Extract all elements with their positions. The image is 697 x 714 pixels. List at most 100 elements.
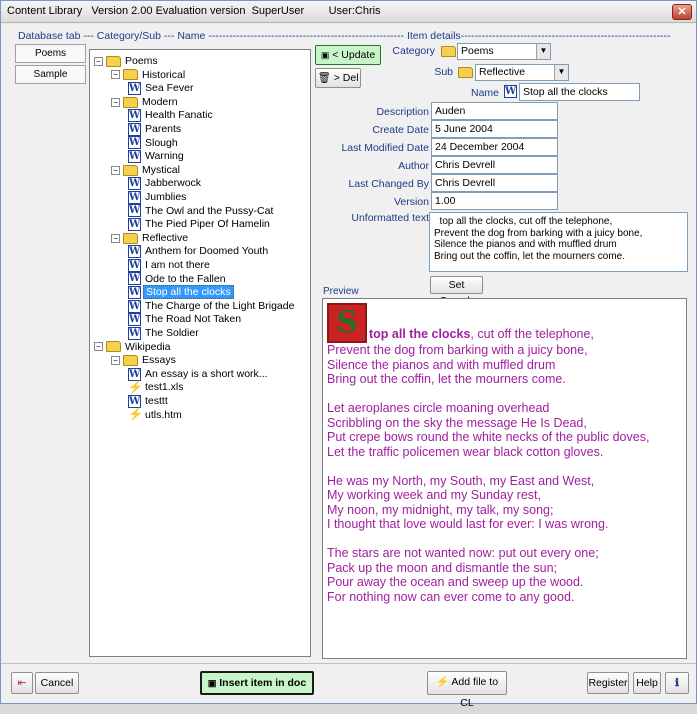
tree-folder[interactable]: − Wikipedia (94, 340, 173, 354)
tree-item[interactable]: W The Road Not Taken (128, 312, 243, 327)
update-button-label: < Update (332, 49, 376, 61)
tree-item-label: test1.xls (145, 381, 184, 394)
tree-item[interactable]: W Jumblies (128, 190, 188, 204)
tree-folder[interactable]: − Mystical (111, 163, 182, 177)
tree-item[interactable]: W The Soldier (128, 326, 201, 340)
word-doc-icon: W (504, 85, 517, 98)
tree-item-label: testtt (145, 395, 168, 407)
tree-item[interactable]: W The Owl and the Pussy-Cat (128, 204, 275, 218)
tree-folder[interactable]: − Essays (111, 353, 178, 367)
folder-icon (123, 69, 138, 81)
collapse-toggle-icon[interactable]: − (94, 56, 103, 66)
help-button[interactable]: Help (633, 672, 661, 694)
tree-item-label: Jabberwock (145, 177, 202, 190)
cancel-button[interactable]: Cancel (35, 672, 79, 694)
tree-item-label: I am not there (145, 259, 210, 271)
category-tree[interactable]: − Poems − Historical W Sea Fever − Modern W Healt… (89, 49, 311, 657)
folder-icon (106, 55, 121, 67)
category-select[interactable]: Poems ▼ (457, 43, 551, 60)
last-changed-field[interactable]: Chris Devrell (431, 174, 558, 192)
close-button[interactable]: ✕ (672, 4, 692, 20)
tree-item[interactable]: W Ode to the Fallen (128, 272, 228, 286)
tab-sample[interactable]: Sample (15, 65, 86, 84)
last-modified-field[interactable]: 24 December 2004 (431, 138, 558, 156)
tree-item-label: The Road Not Taken (145, 313, 242, 326)
tree-item[interactable]: W Slough (128, 136, 180, 150)
trash-icon: 🗑 (317, 72, 331, 84)
tab-poems[interactable]: Poems (15, 44, 86, 63)
folder-icon (123, 232, 138, 244)
add-file-button[interactable]: ⚡ Add file to CL (427, 671, 507, 709)
tree-item-label: Modern (142, 95, 178, 108)
lightning-icon: ⚡ (435, 676, 450, 688)
tree-item[interactable]: W The Pied Piper Of Hamelin (128, 217, 272, 231)
word-doc-icon: W (128, 217, 141, 231)
tree-item[interactable]: ⚡ utls.htm (128, 408, 184, 422)
version-field[interactable]: 1.00 (431, 192, 558, 210)
tree-item[interactable]: W An essay is a short work... (128, 367, 270, 381)
tree-folder[interactable]: − Historical (111, 68, 187, 82)
word-doc-icon: W (128, 177, 141, 191)
last-changed-label: Last Changed By (348, 178, 429, 190)
name-field[interactable]: Stop all the clocks (519, 83, 640, 101)
sub-select-value: Reflective (479, 66, 526, 78)
word-doc-icon: W (128, 136, 141, 150)
tree-item-label: Sea Fever (145, 82, 194, 95)
description-field[interactable]: Auden (431, 102, 558, 120)
tree-folder[interactable]: − Reflective (111, 231, 190, 245)
create-date-field[interactable]: 5 June 2004 (431, 120, 558, 138)
tree-item-label: Historical (142, 68, 186, 81)
author-label: Author (398, 160, 429, 172)
tree-item[interactable]: W The Charge of the Light Brigade (128, 299, 296, 313)
preview-first-bold: top all the clocks (369, 327, 471, 341)
tree-item[interactable]: W Stop all the clocks (128, 285, 234, 300)
unformatted-text[interactable]: top all the clocks, cut off the telephon… (429, 212, 688, 272)
create-date-label: Create Date (372, 124, 429, 136)
chevron-down-icon: ▼ (536, 44, 550, 59)
tree-item[interactable]: W Warning (128, 149, 186, 163)
tree-item-label: utls.htm (145, 408, 182, 421)
word-doc-icon: W (128, 81, 141, 95)
author-field[interactable]: Chris Devrell (431, 156, 558, 174)
tree-item[interactable]: Wtesttt (128, 394, 170, 408)
collapse-toggle-icon[interactable]: − (94, 342, 103, 352)
tree-item[interactable]: ⚡ test1.xls (128, 380, 186, 394)
insert-item-label: Insert item in doc (219, 677, 307, 689)
word-doc-icon: W (128, 122, 141, 136)
word-doc-icon: W (128, 272, 141, 286)
tree-item[interactable]: W Anthem for Doomed Youth (128, 244, 270, 259)
collapse-toggle-icon[interactable]: − (111, 233, 120, 243)
update-button[interactable]: ▣ < Update (315, 45, 381, 65)
tree-item[interactable]: W Health Fanatic (128, 108, 215, 123)
tree-item[interactable]: W Jabberwock (128, 176, 203, 191)
tree-item[interactable]: W Parents (128, 122, 183, 136)
word-doc-icon: W (128, 326, 141, 340)
collapse-toggle-icon[interactable]: − (111, 165, 120, 175)
lightning-file-icon: ⚡ (128, 380, 143, 395)
collapse-toggle-icon[interactable]: − (111, 97, 120, 107)
tree-item-label: The Owl and the Pussy-Cat (145, 204, 274, 217)
delete-button[interactable]: 🗑 > Del (315, 68, 361, 88)
tree-item[interactable]: W Sea Fever (128, 81, 195, 95)
tree-item-label: Reflective (142, 231, 189, 244)
drop-cap-image: S (327, 303, 367, 343)
exit-icon[interactable]: ⇤ (11, 672, 33, 694)
preview-label: Preview (323, 286, 359, 297)
register-button[interactable]: Register (587, 672, 629, 694)
sub-select[interactable]: Reflective ▼ (475, 64, 569, 81)
collapse-toggle-icon[interactable]: − (111, 355, 120, 365)
word-doc-icon: W (128, 313, 141, 327)
tree-folder[interactable]: − Poems (94, 54, 160, 68)
set-search-button[interactable]: Set Search (430, 276, 483, 307)
collapse-toggle-icon[interactable]: − (111, 70, 120, 80)
tree-folder[interactable]: − Modern (111, 95, 180, 109)
tree-item-label: Slough (145, 136, 178, 149)
word-doc-icon: W (128, 299, 141, 313)
add-file-label: Add file to CL (451, 676, 499, 709)
tree-item[interactable]: W I am not there (128, 258, 212, 272)
info-icon[interactable]: ℹ (665, 672, 689, 694)
sub-folder-icon (458, 67, 473, 78)
folder-icon (123, 164, 138, 176)
tree-item-label: Ode to the Fallen (145, 272, 226, 285)
insert-item-button[interactable]: ▣ Insert item in doc (200, 671, 314, 695)
